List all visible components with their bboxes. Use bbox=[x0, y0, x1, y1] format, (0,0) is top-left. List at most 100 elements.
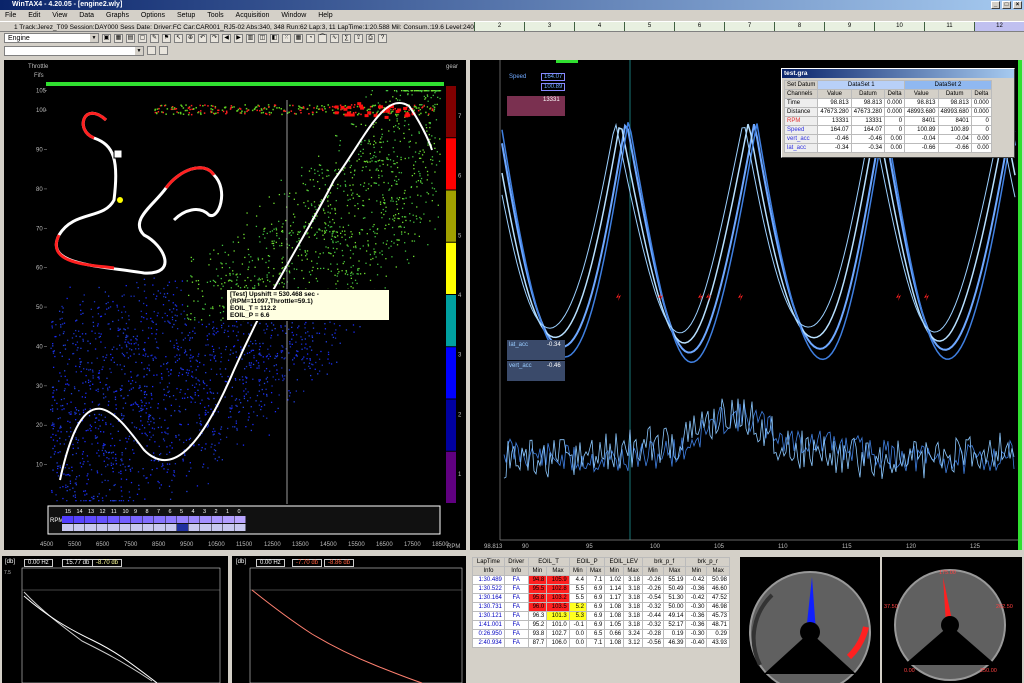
datatable-row[interactable]: vert_acc -0.46 -0.46 0.00 -0.04 -0.04 0.00 bbox=[783, 134, 992, 144]
menu-setup[interactable]: Setup bbox=[177, 10, 195, 21]
prev-icon[interactable]: ◀ bbox=[222, 33, 231, 43]
lap-table-header[interactable]: EOIL_T bbox=[527, 557, 570, 567]
datatable-col-header[interactable]: Datum bbox=[937, 89, 972, 99]
lap-cell[interactable]: 8 bbox=[774, 22, 824, 31]
scatter-point bbox=[298, 106, 301, 108]
undo-icon[interactable]: ↶ bbox=[198, 33, 207, 43]
lap-cell[interactable]: 3 bbox=[524, 22, 574, 31]
menu-tools[interactable]: Tools bbox=[207, 10, 223, 21]
maximize-button[interactable]: □ bbox=[1002, 1, 1011, 9]
grid-icon[interactable]: ▦ bbox=[114, 33, 123, 43]
menu-view[interactable]: View bbox=[52, 10, 67, 21]
open-icon[interactable]: ▣ bbox=[102, 33, 111, 43]
menu-file[interactable]: File bbox=[5, 10, 16, 21]
lap-cell[interactable]: 10 bbox=[874, 22, 924, 31]
lap-cell[interactable]: 4 bbox=[574, 22, 624, 31]
lap-table-row[interactable]: 1:30.121 FA 96.3 101.3 5.3 6.9 1.08 3.18 -0.44 49… bbox=[472, 611, 730, 621]
lap-cell[interactable]: 2 bbox=[474, 22, 524, 31]
lap-cell[interactable]: 12 bbox=[974, 22, 1024, 31]
datatable-col-header[interactable]: Datum bbox=[850, 89, 886, 99]
datatable-row[interactable]: Distance 47673.280 47673.280 0.000 48993.680… bbox=[783, 107, 992, 117]
chart-icon[interactable]: ▤ bbox=[126, 33, 135, 43]
datatable-row[interactable]: lat_acc -0.34 -0.34 0.00 -0.66 -0.66 0.00 bbox=[783, 143, 992, 153]
lap-table-header[interactable]: LapTime bbox=[472, 557, 505, 567]
export-icon[interactable]: ⇪ bbox=[354, 33, 363, 43]
next-icon[interactable]: ▶ bbox=[234, 33, 243, 43]
menu-help[interactable]: Help bbox=[318, 10, 332, 21]
datatable-header[interactable]: Set Datum bbox=[783, 80, 819, 90]
menu-graphs[interactable]: Graphs bbox=[106, 10, 129, 21]
lap-table-header[interactable]: Driver bbox=[503, 557, 529, 567]
lap-table-header[interactable]: brk_p_r bbox=[685, 557, 730, 567]
datatable-col-header[interactable]: Value bbox=[904, 89, 939, 99]
lap-cell[interactable]: 11 bbox=[924, 22, 974, 31]
datatable-col-header[interactable]: Delta bbox=[884, 89, 906, 99]
redo-icon[interactable]: ↷ bbox=[210, 33, 219, 43]
scatter-point bbox=[374, 251, 377, 253]
lap-table-header[interactable]: EOIL_LEV bbox=[604, 557, 643, 567]
scatter-point bbox=[105, 495, 107, 497]
lap-cell[interactable]: 9 bbox=[824, 22, 874, 31]
split-icon[interactable]: ◫ bbox=[258, 33, 267, 43]
scatter-point bbox=[133, 343, 135, 345]
scatter-point bbox=[287, 399, 289, 401]
fft1-val1: 15.77 db bbox=[62, 559, 94, 567]
cursor-icon[interactable]: ↖ bbox=[174, 33, 183, 43]
scatter-point bbox=[113, 391, 115, 393]
overlay-icon[interactable]: ◧ bbox=[270, 33, 279, 43]
scatter-point bbox=[259, 241, 261, 243]
scatter-point bbox=[202, 380, 204, 382]
datatable-row[interactable]: Time 98.813 98.813 0.000 98.813 98.813 0.000 bbox=[783, 98, 992, 108]
channel-select-secondary[interactable]: ▼ bbox=[4, 45, 144, 56]
gauge-1[interactable] bbox=[740, 557, 880, 683]
lap-cell[interactable]: 7 bbox=[724, 22, 774, 31]
folder-icon[interactable] bbox=[147, 46, 156, 55]
minimize-button[interactable]: _ bbox=[991, 1, 1000, 9]
datatable-col-header[interactable]: Channels bbox=[783, 89, 819, 99]
lap-table-row[interactable]: 1:30.164 FA 95.8 103.2 5.5 6.9 1.17 3.18 -0.54 51… bbox=[472, 593, 730, 603]
channel-select[interactable]: Engine ▼ bbox=[4, 33, 99, 43]
flag-icon[interactable]: ⚑ bbox=[162, 33, 171, 43]
scatter-icon[interactable]: ⁙ bbox=[282, 33, 291, 43]
menu-options[interactable]: Options bbox=[141, 10, 165, 21]
track-icon[interactable]: ⌒ bbox=[318, 33, 327, 43]
zoom-icon[interactable]: ⊕ bbox=[186, 33, 195, 43]
lap-cell[interactable]: 6 bbox=[674, 22, 724, 31]
dataset2-header[interactable]: DataSet 2 bbox=[904, 80, 992, 90]
menu-data[interactable]: Data bbox=[79, 10, 94, 21]
save-icon[interactable] bbox=[159, 46, 168, 55]
menu-window[interactable]: Window bbox=[281, 10, 306, 21]
fft-plot-2[interactable] bbox=[232, 556, 466, 683]
window-icon[interactable]: ▢ bbox=[138, 33, 147, 43]
dataset1-header[interactable]: DataSet 1 bbox=[817, 80, 906, 90]
lap-table-row[interactable]: 2:40.934 FA 87.7 106.0 0.0 7.1 1.08 3.12 -0.56 46… bbox=[472, 638, 730, 648]
lap-table-row[interactable]: 0:26.950 FA 93.8 102.7 0.0 6.5 0.66 3.24 -0.28 0.… bbox=[472, 629, 730, 639]
help-icon[interactable]: ? bbox=[378, 33, 387, 43]
lap-cell[interactable]: 5 bbox=[624, 22, 674, 31]
scatter-point bbox=[250, 366, 252, 369]
datatable-col-header[interactable]: Delta bbox=[970, 89, 992, 99]
fft-plot-1[interactable] bbox=[2, 556, 228, 683]
layout-icon[interactable]: ▥ bbox=[246, 33, 255, 43]
lap-table-row[interactable]: 1:30.522 FA 95.5 102.8 5.5 6.9 1.14 3.18 -0.26 50… bbox=[472, 584, 730, 594]
datatable-row[interactable]: RPM 13331 13331 0 8401 8401 0 bbox=[783, 116, 992, 126]
datatable-row[interactable]: Speed 164.07 164.07 0 100.89 100.89 0 bbox=[783, 125, 992, 135]
menu-acquisition[interactable]: Acquisition bbox=[236, 10, 270, 21]
fft-icon[interactable]: ∿ bbox=[330, 33, 339, 43]
close-button[interactable]: × bbox=[1013, 1, 1022, 9]
lap-table-header[interactable]: EOIL_P bbox=[568, 557, 606, 567]
scatter-point bbox=[430, 158, 432, 161]
scatter-point bbox=[213, 357, 216, 360]
scatter-point bbox=[79, 363, 82, 365]
lap-table-row[interactable]: 1:30.731 FA 96.0 103.5 5.2 6.9 1.08 3.18 -0.32 50… bbox=[472, 602, 730, 612]
datatable-col-header[interactable]: Value bbox=[817, 89, 852, 99]
lap-table-header[interactable]: brk_p_f bbox=[641, 557, 687, 567]
lap-table-row[interactable]: 1:30.489 FA 94.8 105.9 4.4 7.1 1.02 3.18 -0.26 55… bbox=[472, 575, 730, 585]
lap-table-row[interactable]: 1:41.001 FA 95.2 101.0 -0.1 6.9 1.05 3.18 -0.32 5… bbox=[472, 620, 730, 630]
gauge-icon[interactable]: ◔ bbox=[306, 33, 315, 43]
print-icon[interactable]: ⎙ bbox=[366, 33, 375, 43]
menu-edit[interactable]: Edit bbox=[28, 10, 40, 21]
table-icon[interactable]: ▦ bbox=[294, 33, 303, 43]
math-icon[interactable]: ∑ bbox=[342, 33, 351, 43]
tool-icon[interactable]: ✎ bbox=[150, 33, 159, 43]
